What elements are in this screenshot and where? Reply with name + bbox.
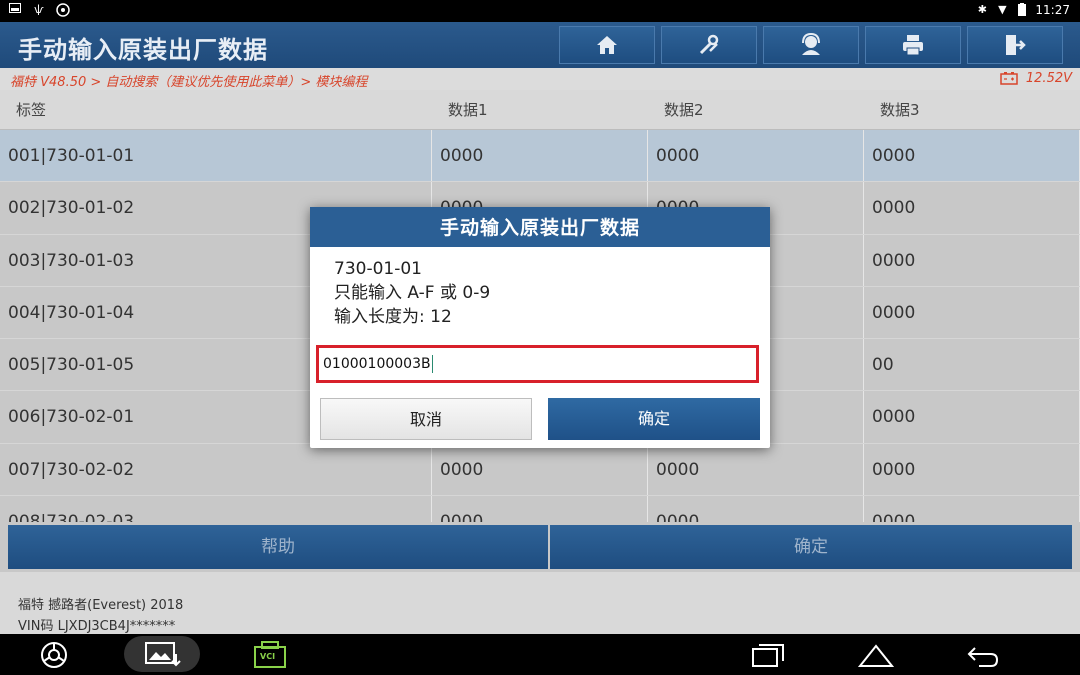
dialog-title: 手动输入原装出厂数据 xyxy=(310,207,770,247)
bottom-bar: 帮助 确定 xyxy=(0,522,1080,572)
cell-data3: 0000 xyxy=(864,130,1080,182)
cell-data2: 0000 xyxy=(648,496,864,522)
cell-data1: 0000 xyxy=(432,130,648,182)
vehicle-vin: VIN码 LJXDJ3CB4J******* xyxy=(18,619,176,634)
voltage-value: 12.52V xyxy=(1025,71,1072,86)
column-header-data2: 数据2 xyxy=(664,101,704,119)
print-icon xyxy=(903,35,923,56)
vci-label: VCI xyxy=(260,652,276,661)
dialog-message: 730-01-01 只能输入 A-F 或 0-9 输入长度为: 12 xyxy=(310,247,770,329)
battery-icon xyxy=(1015,3,1029,17)
cell-data1: 0000 xyxy=(432,496,648,522)
ok-button[interactable]: 确定 xyxy=(548,398,760,440)
table-row[interactable]: 008|730-02-03000000000000 xyxy=(0,496,1080,522)
cell-data3: 0000 xyxy=(864,443,1080,496)
exit-icon xyxy=(1006,35,1026,55)
dialog-message-label: 730-01-01 xyxy=(334,259,422,279)
exit-button[interactable] xyxy=(967,26,1063,64)
support-button[interactable] xyxy=(763,26,859,64)
cell-data3: 0000 xyxy=(864,496,1080,522)
voltage-readout: 12.52V xyxy=(1000,71,1072,86)
home-button[interactable] xyxy=(559,26,655,64)
vci-button[interactable]: VCI xyxy=(252,640,288,670)
dialog-message-rule: 只能输入 A-F 或 0-9 xyxy=(334,283,491,303)
cell-label: 001|730-01-01 xyxy=(0,130,432,182)
support-icon xyxy=(802,32,820,55)
tool-button[interactable] xyxy=(661,26,757,64)
table-header: 标签 数据1 数据2 数据3 xyxy=(0,90,1080,130)
dialog-message-length: 输入长度为: 12 xyxy=(334,307,452,327)
cell-data1: 0000 xyxy=(432,443,648,496)
breadcrumb-path: 福特 V48.50 > 自动搜索（建议优先使用此菜单）> 模块编程 xyxy=(10,75,368,90)
confirm-button[interactable]: 确定 xyxy=(550,525,1072,569)
cell-data3: 0000 xyxy=(864,391,1080,443)
cell-data3: 0000 xyxy=(864,286,1080,339)
bluetooth-icon: ✱ xyxy=(977,3,988,16)
print-button[interactable] xyxy=(865,26,961,64)
home-nav-button[interactable] xyxy=(858,640,894,670)
gallery-icon xyxy=(145,642,181,667)
breadcrumb: 福特 V48.50 > 自动搜索（建议优先使用此菜单）> 模块编程 12.52V xyxy=(0,68,1080,90)
system-nav-bar: VCI xyxy=(0,634,1080,675)
input-dialog: 手动输入原装出厂数据 730-01-01 只能输入 A-F 或 0-9 输入长度… xyxy=(310,207,770,448)
status-bar: ѱ ✱ ▼ 11:27 xyxy=(0,0,1080,22)
battery-voltage-icon xyxy=(1000,72,1018,85)
cell-label: 008|730-02-03 xyxy=(0,496,432,522)
vehicle-model: 福特 撼路者(Everest) 2018 xyxy=(18,598,184,613)
clock: 11:27 xyxy=(1035,3,1070,17)
browser-icon[interactable] xyxy=(36,640,72,670)
toolbar xyxy=(559,26,1063,64)
gallery-button[interactable] xyxy=(124,636,200,672)
cancel-button[interactable]: 取消 xyxy=(320,398,532,440)
app-header: 手动输入原装出厂数据 xyxy=(0,22,1080,68)
settings-icon xyxy=(56,3,70,17)
recent-apps-icon xyxy=(752,644,784,667)
home-icon xyxy=(597,36,617,54)
cell-data2: 0000 xyxy=(648,130,864,182)
help-button[interactable]: 帮助 xyxy=(8,525,548,569)
home-nav-icon xyxy=(858,644,894,667)
column-header-label: 标签 xyxy=(16,101,47,119)
data-input-field[interactable]: 01000100003B xyxy=(316,345,759,383)
page-title: 手动输入原装出厂数据 xyxy=(18,36,268,64)
cell-data3: 0000 xyxy=(864,182,1080,234)
table-row[interactable]: 001|730-01-01 0000 0000 0000 xyxy=(0,130,1080,183)
wifi-icon: ▼ xyxy=(998,3,1007,16)
tool-icon xyxy=(699,34,719,55)
table-row[interactable]: 007|730-02-02 0000 0000 0000 xyxy=(0,443,1080,497)
back-icon xyxy=(967,647,999,667)
cell-data3: 0000 xyxy=(864,234,1080,286)
cell-data2: 0000 xyxy=(648,443,864,496)
screenshot-icon xyxy=(8,3,22,17)
text-caret xyxy=(431,355,433,373)
cell-data3: 00 xyxy=(864,339,1080,391)
data-input-value: 01000100003B xyxy=(323,356,431,372)
usb-icon: ѱ xyxy=(34,3,44,16)
back-button[interactable] xyxy=(965,640,1001,670)
column-header-data3: 数据3 xyxy=(880,101,920,119)
cell-label: 007|730-02-02 xyxy=(0,443,432,496)
recent-apps-button[interactable] xyxy=(750,640,786,670)
column-header-data1: 数据1 xyxy=(448,101,488,119)
vehicle-info: 福特 撼路者(Everest) 2018 VIN码 LJXDJ3CB4J****… xyxy=(0,572,1080,634)
